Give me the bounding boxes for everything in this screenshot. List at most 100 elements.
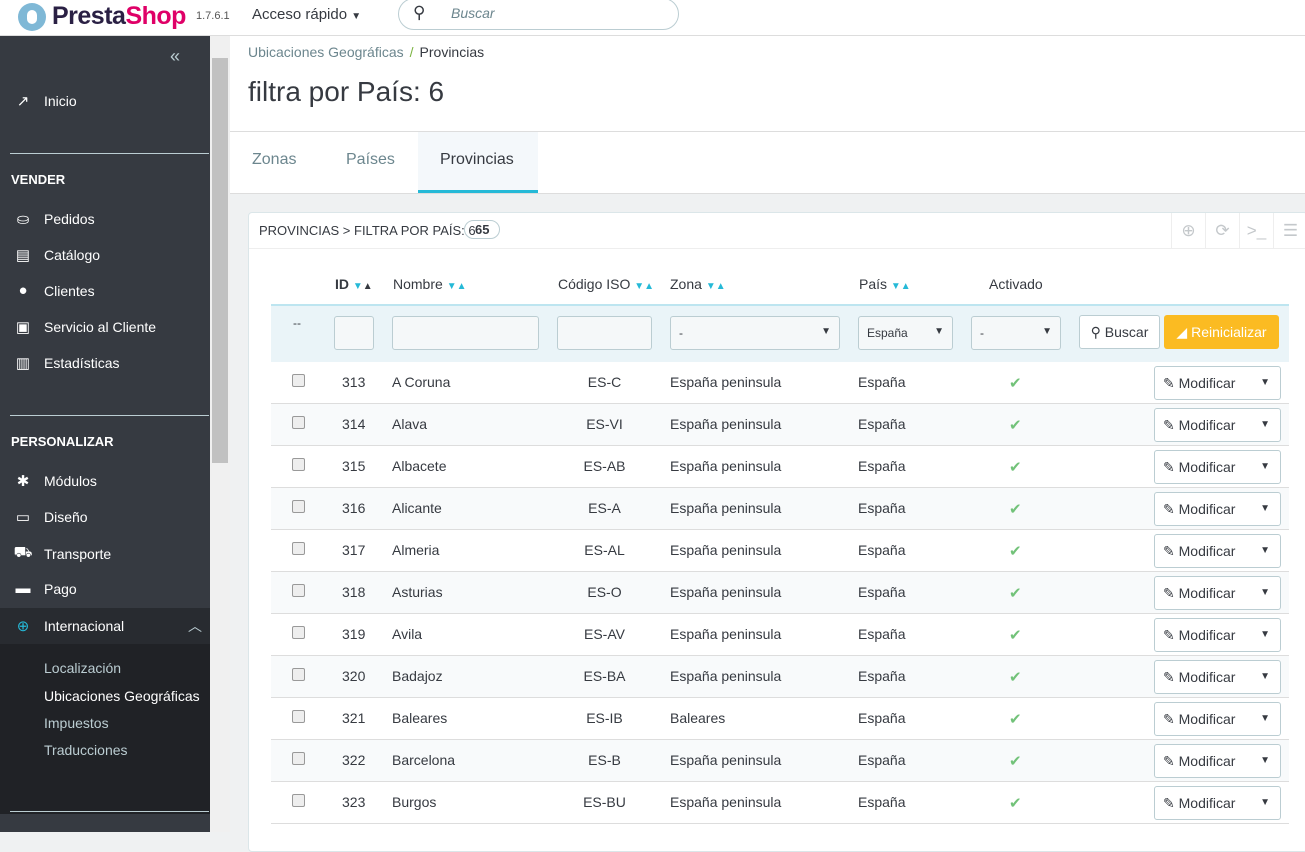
check-icon[interactable]: ✔ <box>1009 542 1022 560</box>
sidebar-item-modulos[interactable]: ✱ Módulos <box>12 472 97 490</box>
edit-button[interactable]: ✎ Modificar ▼ <box>1154 702 1281 736</box>
add-icon[interactable]: ⊕ <box>1171 213 1205 249</box>
check-icon[interactable]: ✔ <box>1009 752 1022 770</box>
tab-provincias[interactable]: Provincias <box>418 132 538 193</box>
check-icon[interactable]: ✔ <box>1009 710 1022 728</box>
caret-down-icon: ▼ <box>1260 671 1270 682</box>
sidebar-scrollbar[interactable] <box>210 36 230 832</box>
edit-button[interactable]: ✎ Modificar ▼ <box>1154 534 1281 568</box>
filter-iso-input[interactable] <box>557 316 652 350</box>
quick-access-dropdown[interactable]: Acceso rápido ▼ <box>252 6 361 23</box>
cell-zona: España peninsula <box>670 542 782 558</box>
table-row: 314 Alava ES-VI España peninsula España … <box>271 404 1289 446</box>
edit-button[interactable]: ✎ Modificar ▼ <box>1154 660 1281 694</box>
sidebar-item-estadisticas[interactable]: ▥ Estadísticas <box>12 354 120 372</box>
row-checkbox[interactable] <box>292 710 305 723</box>
edit-button[interactable]: ✎ Modificar ▼ <box>1154 492 1281 526</box>
search-button[interactable]: ⚲ Buscar <box>1079 315 1160 349</box>
check-icon[interactable]: ✔ <box>1009 668 1022 686</box>
edit-button[interactable]: ✎ Modificar ▼ <box>1154 408 1281 442</box>
sidebar-item-servicio[interactable]: ▣ Servicio al Cliente <box>12 318 156 336</box>
cell-nombre: Burgos <box>392 794 437 810</box>
sidebar-item-diseno[interactable]: ▭ Diseño <box>12 508 88 526</box>
cell-iso: ES-AV <box>584 626 625 642</box>
filter-id-input[interactable] <box>334 316 374 350</box>
sidebar-item-clientes[interactable]: ● Clientes <box>12 282 94 299</box>
row-checkbox[interactable] <box>292 584 305 597</box>
row-checkbox[interactable] <box>292 374 305 387</box>
collapse-icon[interactable]: « <box>170 46 180 67</box>
reset-button[interactable]: ◢ Reinicializar <box>1164 315 1279 349</box>
tab-zonas[interactable]: Zonas <box>230 132 318 193</box>
sidebar-item-internacional[interactable]: ⊕ Internacional ︿ <box>12 616 202 636</box>
tab-paises[interactable]: Países <box>324 132 417 193</box>
row-checkbox[interactable] <box>292 626 305 639</box>
database-icon[interactable]: ☰ <box>1273 213 1305 249</box>
cell-pais: España <box>858 626 906 642</box>
check-icon[interactable]: ✔ <box>1009 500 1022 518</box>
cell-nombre: Barcelona <box>392 752 456 768</box>
logo-icon <box>18 2 46 31</box>
edit-button[interactable]: ✎ Modificar ▼ <box>1154 366 1281 400</box>
sidebar-item-transporte[interactable]: ⛟ Transporte <box>12 544 112 563</box>
col-iso[interactable]: Código ISO ▼▲ <box>558 276 654 292</box>
check-icon[interactable]: ✔ <box>1009 374 1022 392</box>
refresh-icon[interactable]: ⟳ <box>1205 213 1239 249</box>
filter-pais-select[interactable]: España ▼ <box>858 316 953 350</box>
search-input[interactable]: ⚲ Buscar <box>398 0 679 30</box>
cell-iso: ES-AB <box>583 458 626 474</box>
check-icon[interactable]: ✔ <box>1009 626 1022 644</box>
cell-pais: España <box>858 458 906 474</box>
cell-pais: España <box>858 752 906 768</box>
row-checkbox[interactable] <box>292 794 305 807</box>
section-vender: VENDER <box>11 172 66 187</box>
row-checkbox[interactable] <box>292 668 305 681</box>
sidebar-item-catalogo[interactable]: ▤ Catálogo <box>12 246 100 264</box>
row-checkbox[interactable] <box>292 542 305 555</box>
edit-button[interactable]: ✎ Modificar ▼ <box>1154 576 1281 610</box>
edit-button[interactable]: ✎ Modificar ▼ <box>1154 450 1281 484</box>
cell-zona: España peninsula <box>670 626 782 642</box>
row-checkbox[interactable] <box>292 416 305 429</box>
edit-button[interactable]: ✎ Modificar ▼ <box>1154 744 1281 778</box>
version: 1.7.6.1 <box>196 10 230 22</box>
pencil-icon: ✎ <box>1163 417 1175 433</box>
check-icon[interactable]: ✔ <box>1009 416 1022 434</box>
cell-id: 317 <box>342 542 366 558</box>
cell-iso: ES-C <box>587 374 622 390</box>
check-icon[interactable]: ✔ <box>1009 794 1022 812</box>
row-checkbox[interactable] <box>292 752 305 765</box>
caret-down-icon: ▼ <box>1260 461 1270 472</box>
cell-nombre: Almeria <box>392 542 440 558</box>
check-icon[interactable]: ✔ <box>1009 458 1022 476</box>
sidebar-sub-localizacion[interactable]: Localización <box>44 660 121 676</box>
col-id[interactable]: ID ▼▲ <box>335 276 373 292</box>
col-pais[interactable]: País ▼▲ <box>859 276 911 292</box>
cell-nombre: Avila <box>392 626 423 642</box>
row-checkbox[interactable] <box>292 458 305 471</box>
user-icon: ● <box>18 282 28 299</box>
cell-zona: España peninsula <box>670 416 782 432</box>
caret-down-icon: ▼ <box>1260 755 1270 766</box>
sidebar-item-pedidos[interactable]: ⛀ Pedidos <box>12 210 95 228</box>
sidebar-sub-ubicaciones[interactable]: Ubicaciones Geográficas <box>44 688 200 704</box>
cell-zona: España peninsula <box>670 458 782 474</box>
sidebar-sub-traducciones[interactable]: Traducciones <box>44 742 128 758</box>
sql-icon[interactable]: >_ <box>1239 213 1273 249</box>
edit-button[interactable]: ✎ Modificar ▼ <box>1154 786 1281 820</box>
col-zona[interactable]: Zona ▼▲ <box>670 276 726 292</box>
sidebar-sub-impuestos[interactable]: Impuestos <box>44 715 109 731</box>
filter-activado-select[interactable]: - ▼ <box>971 316 1061 350</box>
row-checkbox[interactable] <box>292 500 305 513</box>
logo[interactable]: PrestaShop <box>18 2 186 31</box>
col-nombre[interactable]: Nombre ▼▲ <box>393 276 466 292</box>
sidebar-item-inicio[interactable]: ↗ Inicio <box>12 92 77 110</box>
sidebar-item-pago[interactable]: ▬ Pago <box>12 580 77 597</box>
filter-nombre-input[interactable] <box>392 316 539 350</box>
table-row: 323 Burgos ES-BU España peninsula España… <box>271 782 1289 824</box>
table-row: 318 Asturias ES-O España peninsula Españ… <box>271 572 1289 614</box>
search-icon: ⚲ <box>1090 324 1101 340</box>
filter-zona-select[interactable]: - ▼ <box>670 316 840 350</box>
check-icon[interactable]: ✔ <box>1009 584 1022 602</box>
edit-button[interactable]: ✎ Modificar ▼ <box>1154 618 1281 652</box>
